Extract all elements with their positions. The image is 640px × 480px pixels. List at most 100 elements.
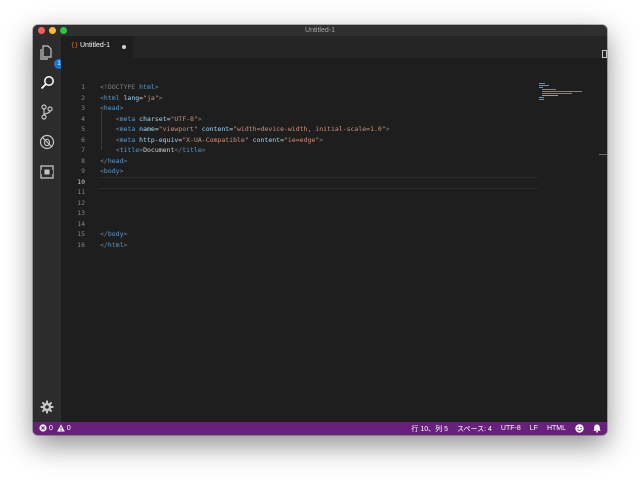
line-number: 16 bbox=[77, 240, 85, 249]
code-token: > bbox=[123, 156, 128, 165]
code-token: > bbox=[154, 83, 159, 91]
warning-icon bbox=[57, 424, 65, 434]
code-token: > bbox=[197, 114, 202, 123]
code-token: <!DOCTYPE bbox=[100, 83, 140, 91]
code-token: html bbox=[103, 93, 124, 102]
code-token: meta bbox=[119, 114, 140, 123]
code-token: </ bbox=[100, 230, 108, 238]
warning-count: 0 bbox=[66, 425, 71, 432]
line-number: 1 bbox=[81, 83, 85, 91]
tab-bar: {} Untitled-1 ··· bbox=[61, 36, 607, 58]
code-editor[interactable]: 1 2 3 4 5 6 7 8 9 10 11 12 13 14 15 16 <!DOCTYPE html> <… bbox=[61, 58, 607, 422]
indentation-setting[interactable]: スペース: 4 bbox=[457, 424, 492, 434]
code-token: Document bbox=[143, 146, 175, 154]
code-line: <!DOCTYPE html> bbox=[100, 82, 159, 92]
code-token: content bbox=[201, 125, 230, 133]
close-window-button[interactable] bbox=[38, 27, 45, 34]
feedback-smiley-icon[interactable] bbox=[575, 424, 584, 433]
notifications-bell-icon[interactable] bbox=[593, 424, 601, 433]
tab-untitled-1[interactable]: {} Untitled-1 bbox=[61, 36, 133, 58]
code-token: > bbox=[158, 93, 163, 102]
code-token: lang bbox=[123, 93, 140, 102]
code-token: > bbox=[119, 104, 124, 112]
language-mode[interactable]: HTML bbox=[547, 425, 566, 432]
line-number: 7 bbox=[81, 146, 85, 154]
line-number: 15 bbox=[77, 230, 85, 238]
source-control-icon[interactable] bbox=[39, 104, 55, 120]
encoding-setting[interactable]: UTF-8 bbox=[501, 425, 521, 432]
code-line: </html> bbox=[100, 240, 127, 250]
line-number: 12 bbox=[77, 198, 85, 207]
extensions-icon[interactable] bbox=[39, 164, 55, 180]
code-token: > bbox=[123, 240, 128, 249]
code-token: body bbox=[103, 167, 120, 175]
activity-bar: 1 bbox=[33, 36, 64, 422]
current-line-highlight bbox=[98, 177, 538, 189]
line-number: 10 bbox=[77, 177, 85, 186]
line-number: 2 bbox=[81, 93, 85, 102]
code-token: </ bbox=[100, 240, 108, 249]
code-token: "viewport" bbox=[158, 125, 202, 133]
code-token: > bbox=[385, 125, 390, 133]
code-line: <head> bbox=[100, 103, 124, 113]
code-token: title bbox=[119, 146, 140, 154]
line-number: 3 bbox=[81, 104, 85, 112]
code-token: "ie=edge" bbox=[284, 135, 320, 144]
status-bar: 0 0 行 10、列 5 スペース: 4 UTF-8 LF HTML bbox=[33, 422, 607, 435]
code-token: "ja" bbox=[143, 93, 159, 102]
line-number: 6 bbox=[81, 135, 85, 144]
line-number: 13 bbox=[77, 209, 85, 217]
code-token: "width=device-width, initial-scale=1.0" bbox=[233, 125, 386, 133]
unsaved-dot-icon[interactable] bbox=[122, 45, 126, 49]
error-count: 0 bbox=[49, 425, 53, 432]
cursor-position[interactable]: 行 10、列 5 bbox=[411, 424, 448, 434]
code-token: html bbox=[107, 240, 124, 249]
settings-gear-icon[interactable] bbox=[39, 399, 55, 415]
problems-indicator[interactable]: 0 0 bbox=[39, 423, 71, 434]
code-token: > bbox=[123, 230, 128, 238]
code-token: content bbox=[252, 135, 281, 144]
code-token: charset bbox=[139, 114, 167, 123]
eol-setting[interactable]: LF bbox=[530, 425, 538, 432]
code-token: head bbox=[107, 156, 124, 165]
code-line: <meta charset="UTF-8"> bbox=[100, 114, 202, 124]
code-line: </head> bbox=[100, 156, 127, 166]
code-line: </body> bbox=[100, 229, 127, 239]
code-token: > bbox=[319, 135, 324, 144]
code-line: <html lang="ja"> bbox=[100, 93, 163, 103]
file-type-icon: {} bbox=[71, 42, 79, 49]
code-token: meta bbox=[119, 135, 140, 144]
line-number: 14 bbox=[77, 219, 85, 228]
explorer-icon[interactable]: 1 bbox=[39, 44, 64, 69]
minimap[interactable] bbox=[539, 82, 585, 102]
error-icon bbox=[39, 423, 47, 434]
code-token: http-equiv bbox=[139, 135, 179, 144]
debug-icon[interactable] bbox=[39, 134, 55, 150]
code-line: <meta http-equiv="X-UA-Compatible" conte… bbox=[100, 135, 324, 145]
editor-window: Untitled-1 1 {} Untitled-1 1 2 3 4 5 6 7… bbox=[33, 25, 607, 435]
code-token: title bbox=[182, 146, 202, 154]
line-number: 4 bbox=[81, 114, 85, 123]
code-token: body bbox=[107, 230, 124, 238]
code-token: "UTF-8" bbox=[170, 114, 198, 123]
maximize-window-button[interactable] bbox=[60, 27, 67, 34]
minimize-window-button[interactable] bbox=[49, 27, 56, 34]
search-icon[interactable] bbox=[39, 74, 55, 90]
code-token: "X-UA-Compatible" bbox=[182, 135, 253, 144]
code-line: <meta name="viewport" content="width=dev… bbox=[100, 124, 390, 134]
line-number: 11 bbox=[77, 188, 85, 196]
code-token: > bbox=[119, 167, 124, 175]
code-token: head bbox=[103, 104, 120, 112]
scrollbar-position-marker[interactable] bbox=[599, 154, 607, 155]
code-token: meta bbox=[119, 125, 140, 133]
line-number: 5 bbox=[81, 125, 85, 133]
title-bar: Untitled-1 bbox=[33, 25, 607, 36]
code-line: <title>Document</title> bbox=[100, 145, 206, 155]
tab-label: Untitled-1 bbox=[80, 42, 110, 49]
line-number: 8 bbox=[81, 156, 85, 165]
code-line: <body> bbox=[100, 166, 124, 176]
code-token: </ bbox=[100, 156, 108, 165]
